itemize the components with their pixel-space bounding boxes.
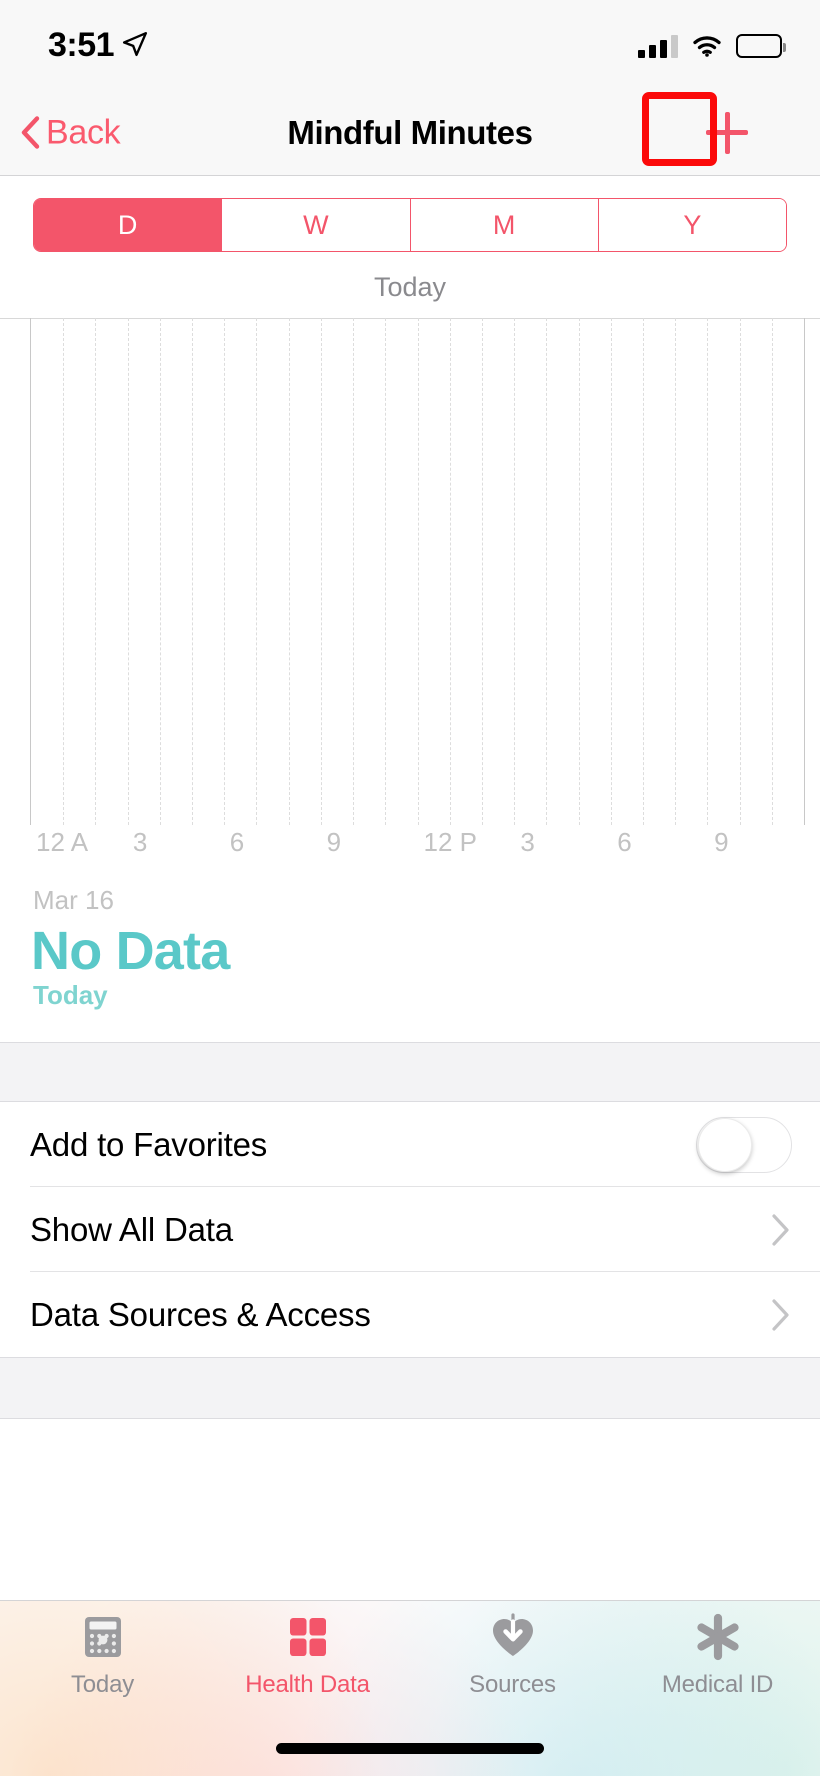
chart-gridline bbox=[224, 318, 226, 825]
summary-block: No Data Today bbox=[0, 920, 820, 1010]
range-selector-container: D W M Y bbox=[0, 176, 820, 274]
chart-gridline bbox=[127, 318, 129, 825]
add-to-favorites-toggle[interactable] bbox=[696, 1116, 792, 1173]
battery-icon bbox=[736, 34, 786, 58]
chart-gridline bbox=[675, 318, 677, 825]
chart-x-tick-label: 3 bbox=[132, 827, 148, 857]
chart-period-caption: Today bbox=[373, 272, 447, 302]
chart-x-tick-label: 12 A bbox=[36, 827, 89, 857]
heart-download-icon bbox=[492, 1613, 533, 1656]
chart-gridline bbox=[771, 318, 773, 825]
tab-medical-id[interactable]: Medical ID bbox=[615, 1611, 820, 1699]
tab-label-health-data: Health Data bbox=[245, 1671, 370, 1698]
summary-subtitle: Today bbox=[33, 980, 108, 1010]
chart-gridline bbox=[481, 318, 483, 825]
chart-gridline bbox=[417, 318, 419, 825]
location-arrow-icon bbox=[122, 31, 148, 57]
tab-today[interactable]: Today bbox=[0, 1611, 205, 1699]
mindful-minutes-chart: 12 A 3 6 9 12 P 3 6 9 bbox=[0, 318, 820, 885]
chart-gridline bbox=[353, 318, 355, 825]
chart-axis-date: Mar 16 bbox=[33, 885, 114, 915]
chart-gridline bbox=[95, 318, 97, 825]
chart-gridline bbox=[739, 318, 741, 825]
row-show-all-data[interactable]: Show All Data bbox=[0, 1187, 820, 1272]
segment-year[interactable]: Y bbox=[598, 199, 786, 251]
chart-gridline bbox=[578, 318, 580, 825]
chart-x-tick-label: 3 bbox=[520, 827, 535, 857]
health-app-screen: 3:51 Back Mindful Minutes D W M Y Today … bbox=[0, 0, 820, 1776]
settings-list: Add to Favorites Show All Data Data Sour… bbox=[0, 1102, 820, 1357]
segment-week[interactable]: W bbox=[222, 199, 411, 251]
tab-label-today: Today bbox=[70, 1671, 135, 1698]
row-label-show-all-data: Show All Data bbox=[30, 1210, 233, 1248]
chart-x-tick-label: 12 P bbox=[423, 827, 478, 857]
bottom-filler bbox=[0, 1419, 820, 1600]
row-add-to-favorites[interactable]: Add to Favorites bbox=[0, 1102, 820, 1187]
chart-gridlines bbox=[31, 318, 804, 825]
chart-gridline bbox=[707, 318, 709, 825]
home-indicator[interactable] bbox=[276, 1743, 544, 1754]
chart-gridline bbox=[610, 318, 612, 825]
segment-month[interactable]: M bbox=[410, 199, 599, 251]
chart-gridline bbox=[449, 318, 451, 825]
toggle-knob bbox=[698, 1117, 752, 1172]
chart-gridline bbox=[546, 318, 548, 825]
health-data-squares-icon bbox=[289, 1618, 326, 1656]
chart-x-axis-labels: 12 A 3 6 9 12 P 3 6 9 bbox=[30, 827, 805, 867]
cellular-signal-icon bbox=[638, 34, 678, 58]
status-bar: 3:51 bbox=[0, 0, 820, 90]
medical-asterisk-icon bbox=[696, 1613, 739, 1661]
range-segmented-control[interactable]: D W M Y bbox=[33, 198, 787, 252]
section-spacer-bottom bbox=[0, 1357, 820, 1419]
chart-gridline bbox=[288, 318, 290, 825]
wifi-icon bbox=[693, 36, 721, 57]
chart-x-tick-label: 6 bbox=[229, 827, 245, 857]
chart-gridline bbox=[385, 318, 387, 825]
chart-gridline bbox=[256, 318, 258, 825]
chart-gridline bbox=[642, 318, 644, 825]
chart-x-tick-label: 9 bbox=[714, 827, 729, 857]
segment-day[interactable]: D bbox=[34, 199, 223, 251]
row-label-add-to-favorites: Add to Favorites bbox=[30, 1125, 268, 1163]
tab-bar: Today Health Data Sources Medical ID bbox=[0, 1600, 820, 1776]
calendar-today-icon bbox=[84, 1617, 121, 1657]
row-data-sources-access[interactable]: Data Sources & Access bbox=[0, 1272, 820, 1357]
row-label-data-sources-access: Data Sources & Access bbox=[30, 1295, 371, 1333]
status-bar-time: 3:51 bbox=[48, 26, 115, 64]
chart-gridline bbox=[159, 318, 161, 825]
tab-sources[interactable]: Sources bbox=[410, 1611, 615, 1699]
navigation-bar: Back Mindful Minutes bbox=[0, 90, 820, 176]
tab-label-sources: Sources bbox=[469, 1671, 556, 1698]
summary-value: No Data bbox=[31, 921, 230, 981]
add-data-button[interactable] bbox=[706, 111, 748, 154]
tab-bar-items: Today Health Data Sources Medical ID bbox=[0, 1611, 820, 1699]
chevron-right-icon bbox=[772, 1298, 789, 1331]
plus-icon-vertical bbox=[724, 111, 730, 154]
status-bar-indicators bbox=[638, 28, 786, 58]
chevron-right-icon bbox=[772, 1213, 789, 1246]
section-spacer-top bbox=[0, 1042, 820, 1102]
tab-label-medical-id: Medical ID bbox=[661, 1671, 774, 1698]
chart-gridline bbox=[63, 318, 65, 825]
chart-x-tick-label: 6 bbox=[617, 827, 632, 857]
chart-gridline bbox=[514, 318, 516, 825]
page-title: Mindful Minutes bbox=[287, 113, 533, 151]
tab-health-data[interactable]: Health Data bbox=[205, 1611, 410, 1699]
chart-gridline bbox=[320, 318, 322, 825]
chart-x-tick-label: 9 bbox=[326, 827, 342, 857]
chart-gridline bbox=[192, 318, 194, 825]
chart-plot-area bbox=[30, 318, 805, 825]
